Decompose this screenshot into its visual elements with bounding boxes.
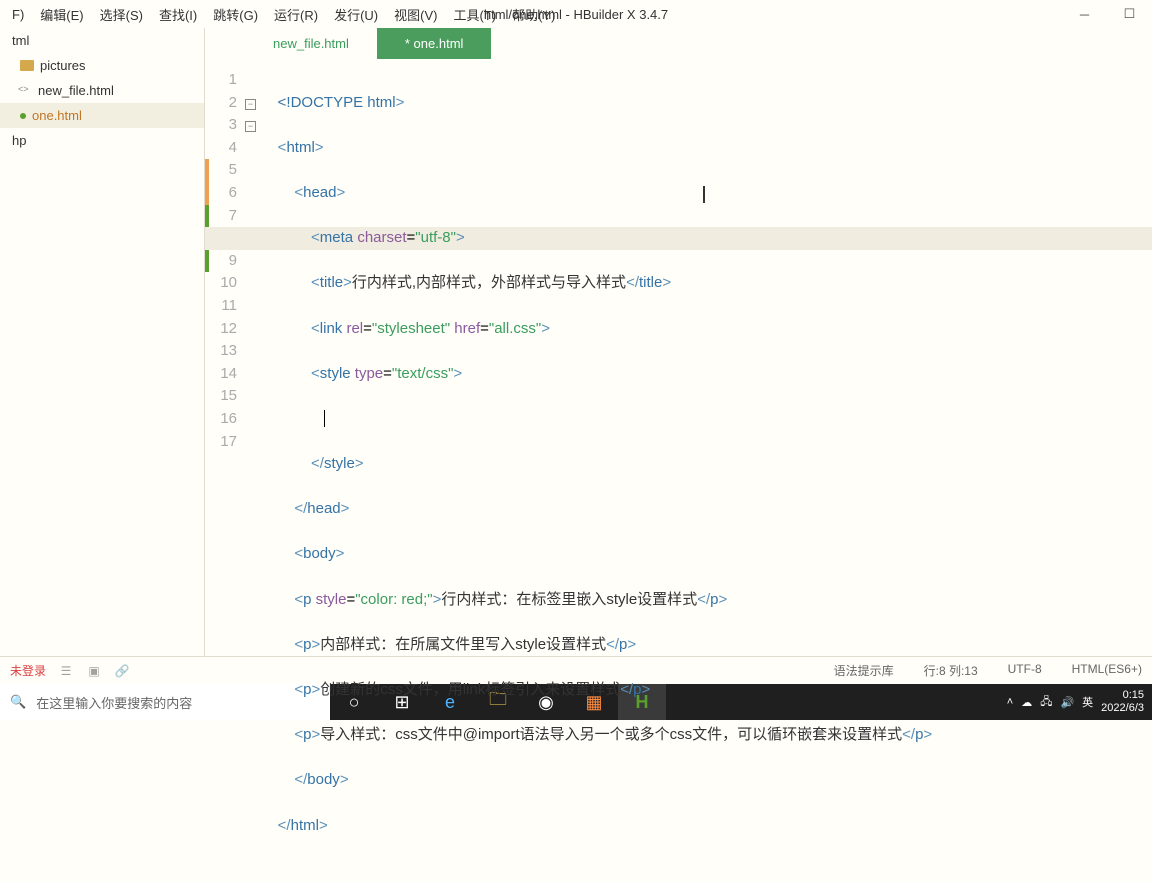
menu-edit[interactable]: 编辑(E) xyxy=(32,1,91,28)
tree-item-tml[interactable]: tml xyxy=(0,28,204,53)
fold-icon[interactable]: − xyxy=(245,99,256,110)
minimize-button[interactable]: ─ xyxy=(1062,0,1107,28)
main-area: tml pictures new_file.html one.html hp n… xyxy=(0,28,1152,656)
file-explorer[interactable]: tml pictures new_file.html one.html hp xyxy=(0,28,205,656)
tab-one[interactable]: * one.html xyxy=(377,28,492,59)
list-icon[interactable]: ☰ xyxy=(58,663,74,679)
menu-run[interactable]: 运行(R) xyxy=(266,1,326,28)
tree-item-hp[interactable]: hp xyxy=(0,128,204,153)
code-editor[interactable]: 1234567891011121314151617 −− <!DOCTYPE h… xyxy=(205,59,1152,882)
window-title: html/one.html - HBuilder X 3.4.7 xyxy=(484,7,668,22)
text-cursor xyxy=(324,410,325,427)
menubar: F) 编辑(E) 选择(S) 查找(I) 跳转(G) 运行(R) 发行(U) 视… xyxy=(0,0,1152,28)
fold-column[interactable]: −− xyxy=(245,69,261,882)
login-status[interactable]: 未登录 xyxy=(10,662,46,679)
code-content[interactable]: <!DOCTYPE html> <html> <head> <meta char… xyxy=(261,69,1152,882)
menu-select[interactable]: 选择(S) xyxy=(92,1,151,28)
html-file-icon xyxy=(20,84,32,98)
search-placeholder: 在这里输入你要搜索的内容 xyxy=(36,693,192,712)
search-icon: 🔍 xyxy=(10,694,26,710)
menu-find[interactable]: 查找(I) xyxy=(151,1,205,28)
tab-newfile[interactable]: new_file.html xyxy=(245,28,377,59)
terminal-icon[interactable]: ▣ xyxy=(86,663,102,679)
tree-item-newfile[interactable]: new_file.html xyxy=(0,78,204,103)
folder-icon xyxy=(20,60,34,71)
menu-file[interactable]: F) xyxy=(4,3,32,26)
line-numbers: 1234567891011121314151617 xyxy=(205,69,245,882)
fold-icon[interactable]: − xyxy=(245,121,256,132)
active-file-icon xyxy=(20,113,26,119)
editor: new_file.html * one.html 123456789101112… xyxy=(205,28,1152,656)
tree-item-pictures[interactable]: pictures xyxy=(0,53,204,78)
maximize-button[interactable]: ☐ xyxy=(1107,0,1152,28)
link-icon[interactable]: 🔗 xyxy=(114,663,130,679)
menu-view[interactable]: 视图(V) xyxy=(386,1,445,28)
menu-goto[interactable]: 跳转(G) xyxy=(205,1,266,28)
tree-item-one[interactable]: one.html xyxy=(0,103,204,128)
menu-publish[interactable]: 发行(U) xyxy=(326,1,386,28)
tab-bar: new_file.html * one.html xyxy=(205,28,1152,59)
